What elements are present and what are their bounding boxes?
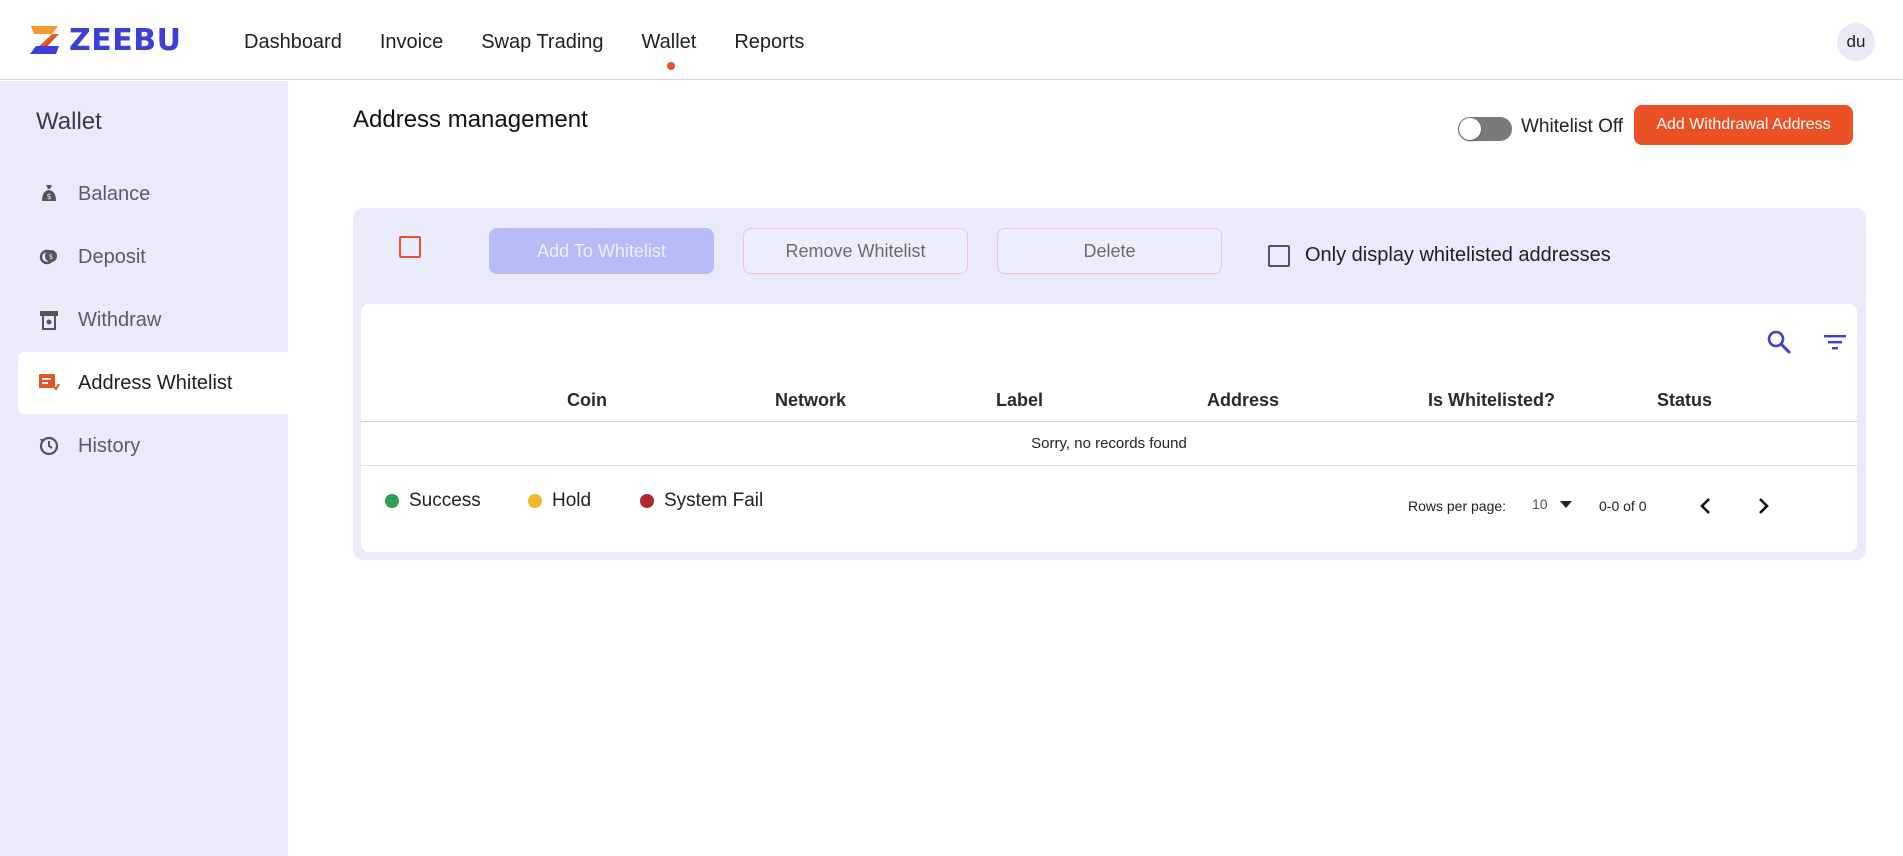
- column-header-address[interactable]: Address: [1207, 390, 1279, 411]
- history-icon: [38, 435, 60, 457]
- success-status-dot: [385, 494, 399, 508]
- column-header-label[interactable]: Label: [996, 390, 1043, 411]
- sidebar-item-history[interactable]: History: [18, 415, 288, 477]
- legend-system-fail: System Fail: [640, 490, 763, 512]
- column-header-status[interactable]: Status: [1657, 390, 1712, 411]
- hold-status-dot: [528, 494, 542, 508]
- column-header-network[interactable]: Network: [775, 390, 846, 411]
- delete-button[interactable]: Delete: [997, 228, 1222, 274]
- main-nav: Dashboard Invoice Swap Trading Wallet Re…: [244, 28, 842, 70]
- legend-success: Success: [385, 490, 481, 512]
- empty-table-message: Sorry, no records found: [361, 422, 1857, 466]
- whitelist-toggle[interactable]: [1458, 117, 1512, 141]
- sidebar-item-label: Balance: [78, 182, 151, 205]
- nav-invoice[interactable]: Invoice: [380, 28, 443, 56]
- add-to-whitelist-button[interactable]: Add To Whitelist: [489, 228, 714, 274]
- pagination-range: 0-0 of 0: [1599, 498, 1647, 514]
- select-all-checkbox[interactable]: [399, 236, 421, 258]
- address-panel: Add To Whitelist Remove Whitelist Delete…: [353, 208, 1866, 560]
- remove-whitelist-button[interactable]: Remove Whitelist: [743, 228, 968, 274]
- atm-icon: [38, 309, 60, 331]
- zeebu-logo[interactable]: ZEEBU: [28, 22, 182, 58]
- svg-text:$: $: [46, 192, 51, 201]
- chevron-left-icon: [1700, 498, 1710, 514]
- svg-text:$: $: [49, 253, 53, 261]
- system-fail-status-dot: [640, 494, 654, 508]
- table-header: Coin Network Label Address Is Whiteliste…: [361, 380, 1857, 422]
- legend-label: System Fail: [664, 490, 764, 511]
- legend-label: Success: [409, 490, 481, 511]
- nav-swap-trading[interactable]: Swap Trading: [481, 28, 603, 56]
- user-avatar[interactable]: du: [1837, 23, 1875, 61]
- next-page-button[interactable]: [1749, 492, 1777, 520]
- sidebar-title: Wallet: [36, 108, 102, 135]
- sidebar: Wallet $ Balance $ Deposit Withdraw Addr…: [0, 81, 288, 856]
- sidebar-item-balance[interactable]: $ Balance: [18, 163, 288, 225]
- coins-icon: $: [38, 246, 60, 268]
- caret-down-icon: [1559, 500, 1572, 508]
- sidebar-item-address-whitelist[interactable]: Address Whitelist: [18, 352, 288, 414]
- nav-reports[interactable]: Reports: [734, 28, 804, 56]
- whitelist-toggle-label: Whitelist Off: [1521, 116, 1624, 137]
- zeebu-logo-mark-icon: [28, 24, 62, 56]
- sidebar-item-label: Withdraw: [78, 308, 162, 331]
- money-bag-icon: $: [38, 183, 60, 205]
- legend-label: Hold: [552, 490, 592, 511]
- rows-per-page-select[interactable]: 10: [1532, 496, 1572, 512]
- only-whitelisted-label: Only display whitelisted addresses: [1305, 244, 1611, 266]
- sidebar-item-label: Deposit: [78, 245, 146, 268]
- address-table: Coin Network Label Address Is Whiteliste…: [361, 304, 1857, 552]
- nav-dashboard[interactable]: Dashboard: [244, 28, 342, 56]
- logo-text: ZEEBU: [69, 22, 182, 58]
- search-icon[interactable]: [1765, 328, 1793, 356]
- add-withdrawal-address-button[interactable]: Add Withdrawal Address: [1634, 105, 1853, 145]
- sidebar-item-label: Address Whitelist: [78, 371, 233, 394]
- sidebar-item-deposit[interactable]: $ Deposit: [18, 226, 288, 288]
- legend-hold: Hold: [528, 490, 591, 512]
- address-list-icon: [38, 372, 60, 394]
- rows-per-page-label: Rows per page:: [1408, 498, 1507, 514]
- filter-icon[interactable]: [1821, 328, 1849, 356]
- top-navigation-bar: ZEEBU Dashboard Invoice Swap Trading Wal…: [0, 0, 1903, 80]
- column-header-is-whitelisted[interactable]: Is Whitelisted?: [1428, 390, 1555, 411]
- rows-per-page-value: 10: [1532, 496, 1548, 512]
- nav-wallet[interactable]: Wallet: [642, 28, 696, 70]
- only-whitelisted-checkbox[interactable]: [1268, 245, 1290, 267]
- previous-page-button[interactable]: [1692, 492, 1720, 520]
- sidebar-item-label: History: [78, 434, 141, 457]
- sidebar-item-withdraw[interactable]: Withdraw: [18, 289, 288, 351]
- toggle-knob: [1459, 118, 1481, 140]
- page-title: Address management: [353, 106, 588, 133]
- chevron-right-icon: [1759, 498, 1769, 514]
- column-header-coin[interactable]: Coin: [567, 390, 607, 411]
